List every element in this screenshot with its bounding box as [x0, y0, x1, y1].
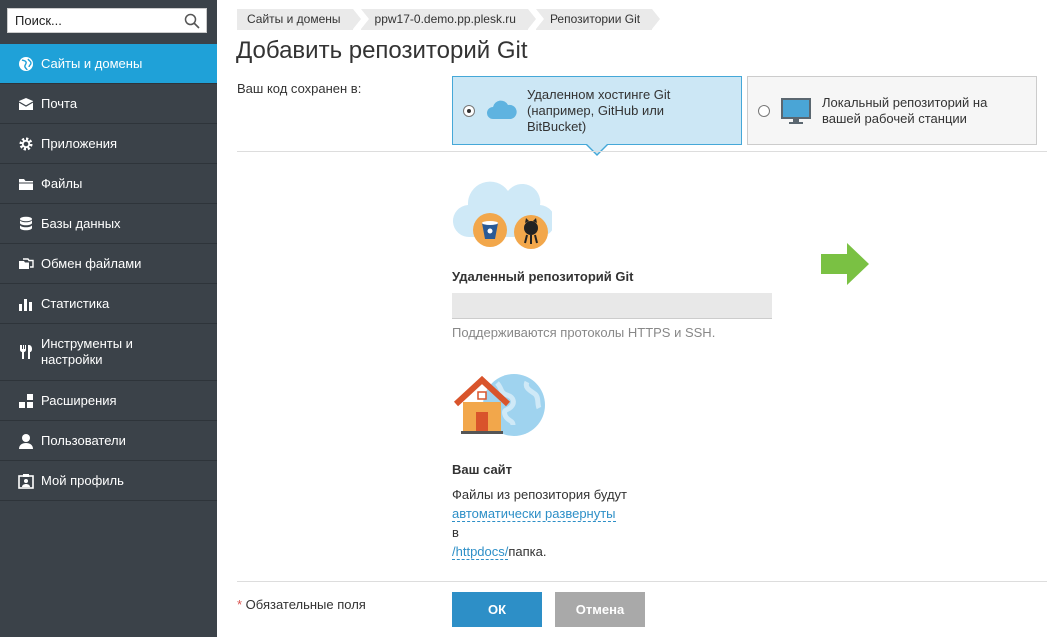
sidebar-item-users[interactable]: Пользователи — [0, 421, 217, 461]
sidebar-item-statistics[interactable]: Статистика — [0, 284, 217, 324]
option-label: Локальный репозиторий на вашей рабочей с… — [822, 94, 988, 126]
sidebar-item-label: Инструменты и настройки — [41, 336, 133, 367]
monitor-icon — [781, 97, 811, 124]
user-icon — [18, 433, 34, 449]
sidebar-item-label: Пользователи — [41, 432, 126, 448]
sidebar-item-sites-domains[interactable]: Сайты и домены — [0, 44, 217, 84]
sidebar-item-file-sharing[interactable]: Обмен файлами — [0, 244, 217, 284]
option-remote-git-hosting[interactable]: Удаленном хостинге Git (например, GitHub… — [452, 76, 742, 145]
cloud-icon — [487, 100, 517, 119]
radio-local-repo[interactable] — [758, 104, 770, 117]
folder-icon — [18, 176, 34, 192]
bar-chart-icon — [18, 296, 34, 312]
remote-repo-label: Удаленный репозиторий Git — [452, 269, 634, 284]
required-text: Обязательные поля — [242, 597, 366, 612]
sidebar-nav: Сайты и домены Почта Приложения Файлы Ба… — [0, 44, 217, 501]
auto-deploy-link[interactable]: автоматически развернуты — [452, 506, 616, 522]
httpdocs-path-link[interactable]: /httpdocs/ — [452, 544, 509, 560]
sidebar-item-tools-settings[interactable]: Инструменты и настройки — [0, 324, 217, 381]
arrow-right-icon — [821, 243, 869, 285]
search-input[interactable] — [8, 9, 173, 32]
site-desc-line-1: Файлы из репозитория будут — [452, 487, 628, 502]
cloud-hosting-illustration — [453, 181, 552, 249]
option-pointer-inner — [587, 144, 607, 154]
database-icon — [18, 216, 34, 232]
breadcrumb-item[interactable]: ppw17-0.demo.pp.plesk.ru — [360, 9, 537, 30]
tools-icon — [18, 344, 34, 360]
file-sharing-icon — [18, 256, 34, 272]
envelope-icon — [18, 96, 34, 112]
code-location-label: Ваш код сохранен в: — [237, 81, 362, 96]
sidebar-item-label: Почта — [41, 95, 78, 111]
radio-remote-git[interactable] — [463, 104, 475, 117]
breadcrumb: Сайты и домены ppw17-0.demo.pp.plesk.ru … — [237, 9, 661, 30]
sidebar-item-label: Обмен файлами — [41, 255, 142, 271]
sidebar-item-files[interactable]: Файлы — [0, 164, 217, 204]
site-desc-line-2: в — [452, 525, 459, 540]
site-description: Файлы из репозитория будут автоматически… — [452, 485, 672, 561]
globe-icon — [18, 56, 34, 72]
remote-repo-input[interactable] — [452, 293, 772, 319]
protocol-hint: Поддерживаются протоколы HTTPS и SSH. — [452, 325, 716, 340]
search-icon[interactable] — [184, 13, 200, 29]
site-desc-line-3: папка. — [508, 544, 547, 559]
search-box — [7, 8, 207, 33]
option-label: Удаленном хостинге Git (например, GitHub… — [527, 86, 671, 134]
gear-icon — [18, 136, 34, 152]
page-title: Добавить репозиторий Git — [236, 37, 528, 64]
sidebar: Сайты и домены Почта Приложения Файлы Ба… — [0, 0, 217, 637]
divider — [237, 581, 1047, 582]
profile-icon — [18, 473, 34, 489]
sidebar-item-my-profile[interactable]: Мой профиль — [0, 461, 217, 501]
website-house-illustration — [453, 374, 545, 436]
sidebar-item-label: Приложения — [41, 135, 118, 151]
sidebar-item-label: Статистика — [41, 295, 110, 311]
sidebar-item-label: Сайты и домены — [41, 55, 143, 71]
sidebar-item-databases[interactable]: Базы данных — [0, 204, 217, 244]
cancel-button[interactable]: Отмена — [555, 592, 645, 627]
your-site-label: Ваш сайт — [452, 462, 513, 477]
ok-button[interactable]: ОК — [452, 592, 542, 627]
breadcrumb-item[interactable]: Сайты и домены — [237, 9, 361, 30]
sidebar-item-label: Расширения — [41, 392, 117, 408]
required-fields-note: * Обязательные поля — [237, 597, 366, 612]
sidebar-item-label: Базы данных — [41, 215, 121, 231]
sidebar-item-mail[interactable]: Почта — [0, 84, 217, 124]
sidebar-item-label: Файлы — [41, 175, 83, 191]
divider — [237, 151, 1047, 152]
sidebar-item-applications[interactable]: Приложения — [0, 124, 217, 164]
extensions-icon — [18, 393, 34, 409]
sidebar-item-extensions[interactable]: Расширения — [0, 381, 217, 421]
breadcrumb-item[interactable]: Репозитории Git — [535, 9, 661, 30]
option-local-repository[interactable]: Локальный репозиторий на вашей рабочей с… — [747, 76, 1037, 145]
sidebar-item-label: Мой профиль — [41, 472, 124, 488]
